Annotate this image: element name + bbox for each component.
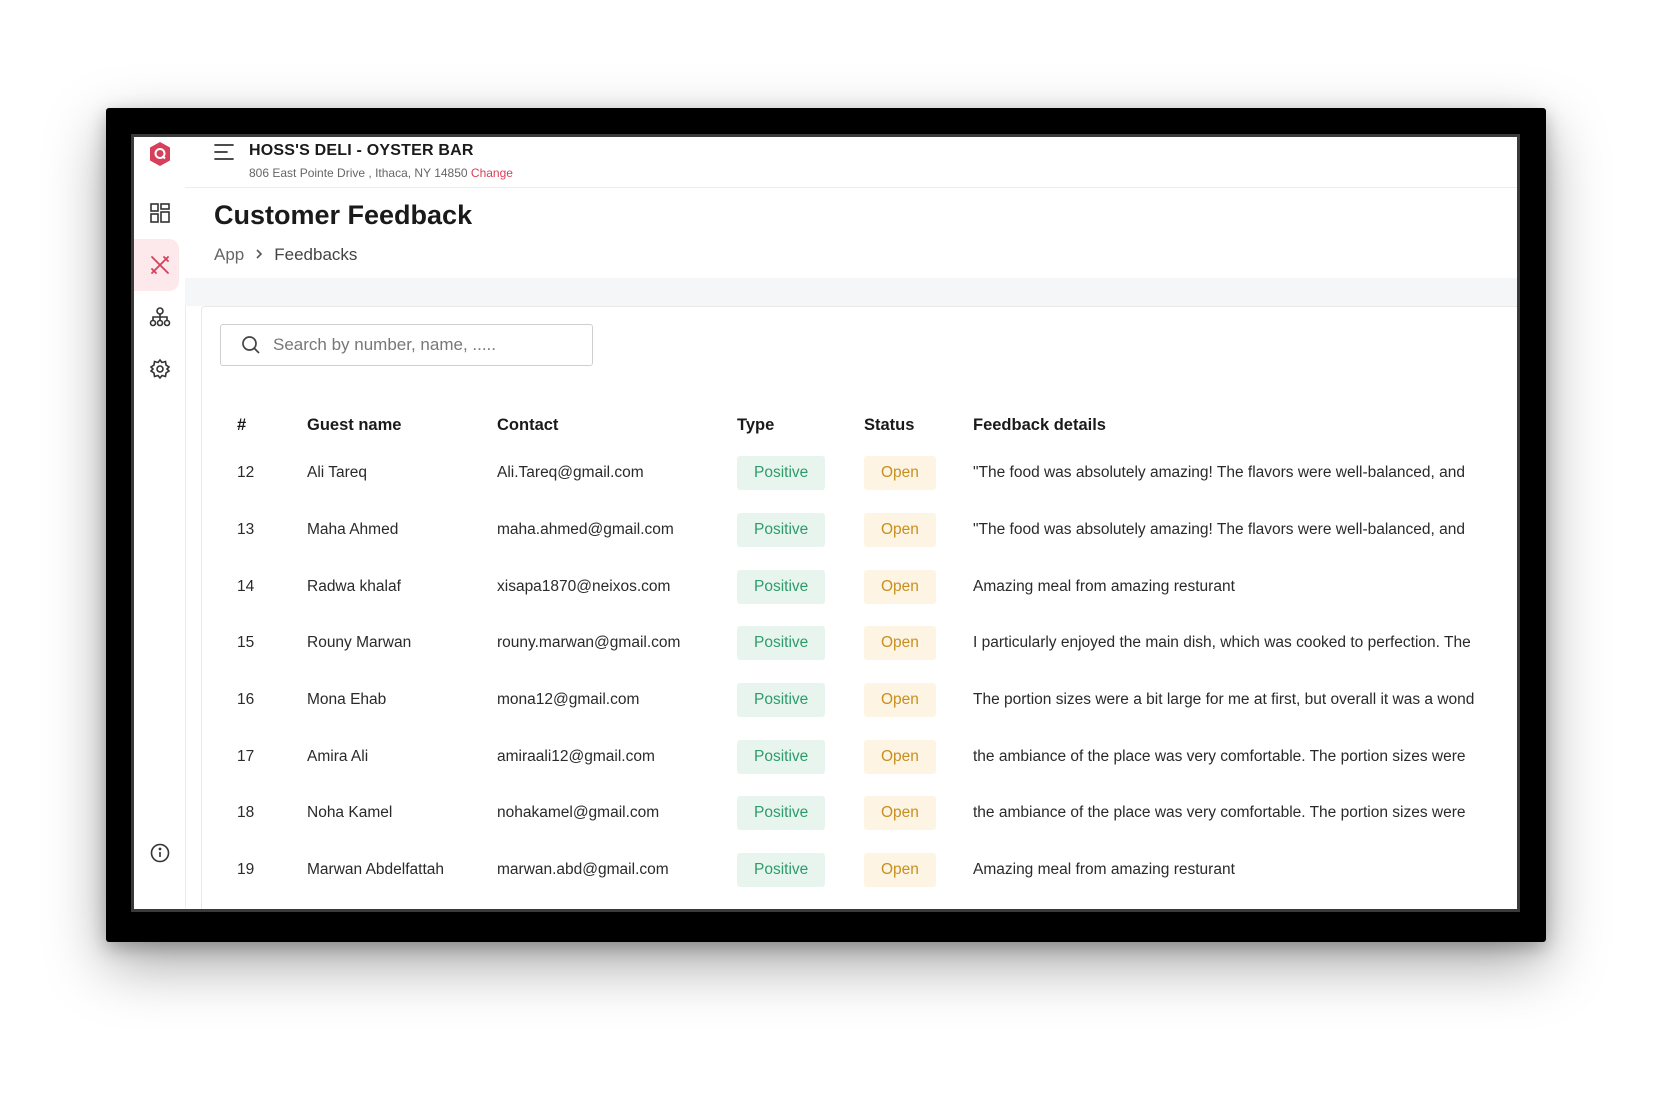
feedback-card: # Guest name Contact Type Status Feedbac… <box>201 306 1517 909</box>
search-icon <box>242 336 260 354</box>
page-header: Customer Feedback App Feedbacks <box>185 188 1517 278</box>
feedback-details: Amazing meal from amazing resturant <box>973 861 1235 879</box>
gear-icon <box>149 358 170 380</box>
row-number: 15 <box>237 634 255 652</box>
search-box <box>220 324 593 366</box>
header-number[interactable]: # <box>220 405 307 445</box>
table-row[interactable]: 19 Marwan Abdelfattah marwan.abd@gmail.c… <box>220 842 1517 899</box>
table-row[interactable]: 16 Mona Ehab mona12@gmail.com Positive O… <box>220 672 1517 729</box>
status-badge: Open <box>864 456 936 491</box>
status-badge: Open <box>864 796 936 831</box>
header-status[interactable]: Status <box>864 405 973 445</box>
row-number: 19 <box>237 861 255 879</box>
contact-email: xisapa1870@neixos.com <box>497 577 671 595</box>
type-badge: Positive <box>737 683 826 718</box>
sidebar <box>134 137 186 909</box>
table-row[interactable]: 14 Radwa khalaf xisapa1870@neixos.com Po… <box>220 558 1517 615</box>
header-type[interactable]: Type <box>737 405 864 445</box>
header-guest-name[interactable]: Guest name <box>307 405 497 445</box>
utensils-icon <box>150 256 169 274</box>
contact-email: Ali.Tareq@gmail.com <box>497 464 644 482</box>
type-badge: Positive <box>737 739 826 774</box>
type-badge: Positive <box>737 626 826 661</box>
logo-icon <box>149 142 170 166</box>
table-row[interactable]: 15 Rouny Marwan rouny.marwan@gmail.com P… <box>220 615 1517 672</box>
contact-email: maha.ahmed@gmail.com <box>497 521 674 539</box>
status-badge: Open <box>864 853 936 888</box>
app-screen: HOSS'S DELI - OYSTER BAR 806 East Pointe… <box>131 134 1520 912</box>
sidebar-item-settings[interactable] <box>134 343 185 395</box>
row-number: 14 <box>237 577 255 595</box>
feedback-details: Amazing meal from amazing resturant <box>973 577 1235 595</box>
status-badge: Open <box>864 626 936 661</box>
guest-name: Marwan Abdelfattah <box>307 861 445 879</box>
hamburger-menu-icon[interactable] <box>213 143 235 166</box>
type-badge: Positive <box>737 796 826 831</box>
content-background <box>185 278 1517 306</box>
sidebar-item-info[interactable] <box>134 827 185 879</box>
info-icon <box>150 843 169 863</box>
row-number: 18 <box>237 804 255 822</box>
breadcrumb-feedbacks: Feedbacks <box>274 245 358 264</box>
row-number: 16 <box>237 691 255 709</box>
status-badge: Open <box>864 739 936 774</box>
row-number: 13 <box>237 521 255 539</box>
org-chart-icon <box>149 307 170 327</box>
table-row[interactable]: 12 Ali Tareq Ali.Tareq@gmail.com Positiv… <box>220 445 1517 502</box>
guest-name: Ali Tareq <box>307 464 368 482</box>
table-row[interactable]: 17 Amira Ali amiraali12@gmail.com Positi… <box>220 728 1517 785</box>
change-restaurant-link[interactable]: Change <box>471 166 513 180</box>
sidebar-item-dashboard[interactable] <box>134 187 185 239</box>
feedback-table: # Guest name Contact Type Status Feedbac… <box>220 405 1517 899</box>
header-feedback-details[interactable]: Feedback details <box>973 405 1517 445</box>
dashboard-icon <box>149 203 170 223</box>
type-badge: Positive <box>737 513 826 548</box>
header-contact[interactable]: Contact <box>497 405 737 445</box>
guest-name: Noha Kamel <box>307 804 393 822</box>
sidebar-item-organization[interactable] <box>134 291 185 343</box>
status-badge: Open <box>864 569 936 604</box>
breadcrumb: App Feedbacks <box>214 245 357 265</box>
feedback-details: the ambiance of the place was very comfo… <box>973 747 1466 765</box>
contact-email: rouny.marwan@gmail.com <box>497 634 681 652</box>
topbar: HOSS'S DELI - OYSTER BAR 806 East Pointe… <box>185 137 1517 188</box>
contact-email: marwan.abd@gmail.com <box>497 861 669 879</box>
guest-name: Rouny Marwan <box>307 634 412 652</box>
status-badge: Open <box>864 683 936 718</box>
restaurant-name: HOSS'S DELI - OYSTER BAR <box>249 142 474 159</box>
table-row[interactable]: 18 Noha Kamel nohakamel@gmail.com Positi… <box>220 785 1517 842</box>
type-badge: Positive <box>737 853 826 888</box>
search-input[interactable] <box>271 334 575 356</box>
guest-name: Maha Ahmed <box>307 521 399 539</box>
guest-name: Amira Ali <box>307 747 369 765</box>
contact-email: mona12@gmail.com <box>497 691 640 709</box>
guest-name: Radwa khalaf <box>307 577 401 595</box>
app-logo[interactable] <box>134 137 185 171</box>
type-badge: Positive <box>737 456 826 491</box>
restaurant-address: 806 East Pointe Drive , Ithaca, NY 14850 <box>249 166 468 180</box>
type-badge: Positive <box>737 569 826 604</box>
status-badge: Open <box>864 513 936 548</box>
breadcrumb-app[interactable]: App <box>214 245 244 265</box>
sidebar-item-menu[interactable] <box>134 239 185 291</box>
guest-name: Mona Ehab <box>307 691 387 709</box>
page-title: Customer Feedback <box>214 200 473 230</box>
chevron-right-icon <box>254 247 264 263</box>
feedback-details: the ambiance of the place was very comfo… <box>973 804 1466 822</box>
row-number: 12 <box>237 464 255 482</box>
contact-email: amiraali12@gmail.com <box>497 747 655 765</box>
table-header-row: # Guest name Contact Type Status Feedbac… <box>220 405 1517 445</box>
table-row[interactable]: 13 Maha Ahmed maha.ahmed@gmail.com Posit… <box>220 502 1517 559</box>
feedback-details: I particularly enjoyed the main dish, wh… <box>973 634 1471 652</box>
feedback-details: "The food was absolutely amazing! The fl… <box>973 521 1466 539</box>
row-number: 17 <box>237 747 255 765</box>
feedback-details: The portion sizes were a bit large for m… <box>973 691 1475 709</box>
contact-email: nohakamel@gmail.com <box>497 804 660 822</box>
feedback-details: "The food was absolutely amazing! The fl… <box>973 464 1466 482</box>
restaurant-address-line: 806 East Pointe Drive , Ithaca, NY 14850… <box>249 166 513 180</box>
